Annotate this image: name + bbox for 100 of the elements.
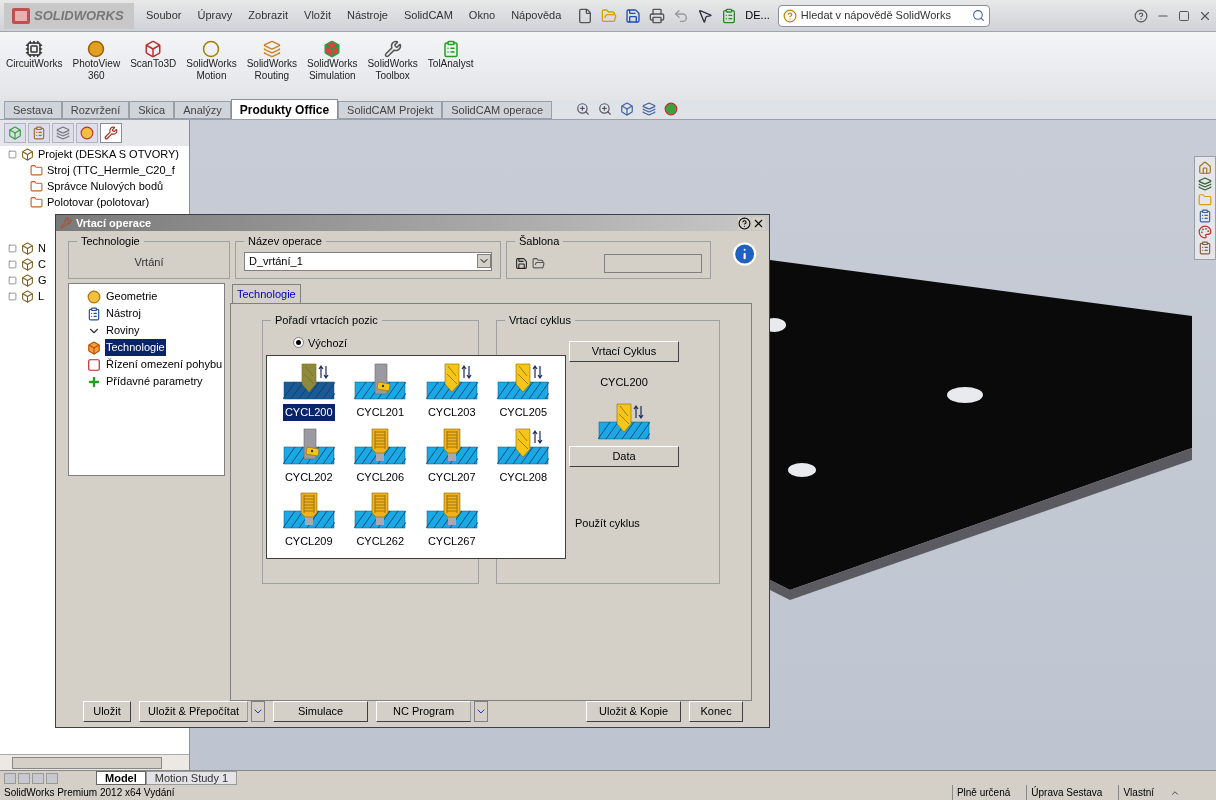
tree-item[interactable]: Polotovar (polotovar) xyxy=(47,193,150,211)
section-view-icon[interactable] xyxy=(642,102,656,116)
horizontal-scrollbar[interactable] xyxy=(0,754,189,770)
tree-item[interactable]: L xyxy=(38,287,45,305)
template-field[interactable] xyxy=(603,254,702,274)
radio-option[interactable]: Výchozí xyxy=(293,334,470,351)
ribbon-command[interactable]: SolidWorks Simulation xyxy=(305,40,360,82)
dropdown-icon[interactable] xyxy=(251,701,266,722)
dropdown-icon[interactable] xyxy=(474,701,489,722)
menu-item[interactable]: Nástroje xyxy=(343,7,392,24)
dropdown-icon[interactable] xyxy=(476,254,491,268)
ribbon-command[interactable]: SolidWorks Toolbox xyxy=(365,40,420,82)
menu-item[interactable]: SolidCAM xyxy=(399,7,457,24)
save-icon[interactable] xyxy=(625,7,642,24)
tree-item[interactable]: G xyxy=(38,271,47,289)
panel-tab-icon[interactable] xyxy=(76,123,98,143)
menu-item[interactable]: Nápověda xyxy=(507,7,566,24)
menu-item[interactable]: Okno xyxy=(464,7,500,24)
properties-icon[interactable] xyxy=(1198,241,1212,255)
ribbon-command[interactable]: PhotoView 360 xyxy=(70,40,123,82)
nav-item[interactable]: Geometrie xyxy=(105,288,159,305)
dialog-button[interactable]: Simulace xyxy=(273,701,369,722)
new-file-icon[interactable] xyxy=(577,7,594,24)
help-icon[interactable] xyxy=(738,216,751,230)
ribbon-command[interactable]: ScanTo3D xyxy=(128,40,179,70)
technology-value: Vrtání xyxy=(134,254,164,270)
tree-item[interactable]: N xyxy=(38,239,46,257)
tree-item[interactable]: Stroj (TTC_Hermle_C20_f xyxy=(47,161,175,179)
command-tab[interactable]: Sestava xyxy=(4,101,62,119)
maximize-icon[interactable] xyxy=(1178,9,1190,22)
save-icon[interactable] xyxy=(514,257,528,271)
dialog-button[interactable]: Data xyxy=(569,446,679,467)
dialog-button[interactable]: Uložit & Přepočítat xyxy=(139,701,249,722)
ribbon-command[interactable]: SolidWorks Motion xyxy=(184,40,239,82)
appearance-icon[interactable] xyxy=(664,102,678,116)
search-input[interactable]: Hledat v nápovědě SolidWorks xyxy=(800,7,968,24)
operation-name-combo[interactable]: D_vrtání_1 xyxy=(243,251,492,271)
group-legend: Technologie xyxy=(77,233,144,250)
command-tab[interactable]: Rozvržení xyxy=(61,101,130,119)
document-name[interactable]: DE... xyxy=(745,7,770,24)
nav-item[interactable]: Roviny xyxy=(105,322,141,339)
panel-tab-icon[interactable] xyxy=(28,123,50,143)
print-icon[interactable] xyxy=(649,7,666,24)
tree-item-icon xyxy=(21,257,34,271)
view-cube-icon[interactable] xyxy=(620,102,634,116)
help-icon[interactable] xyxy=(1134,8,1148,23)
radio-button[interactable] xyxy=(293,337,304,349)
tree-item[interactable]: C xyxy=(38,255,46,273)
menu-item[interactable]: Soubor xyxy=(142,7,186,24)
panel-tab-icon[interactable] xyxy=(52,123,74,143)
ribbon-command[interactable]: TolAnalyst xyxy=(425,40,476,70)
tree-item[interactable]: Správce Nulových bodů xyxy=(47,177,164,195)
tree-item[interactable]: Projekt (DESKA S OTVORY) xyxy=(38,145,179,163)
cycle-option[interactable]: CYCL267 xyxy=(425,533,478,550)
info-icon[interactable] xyxy=(731,241,757,267)
palette-icon[interactable] xyxy=(1198,225,1212,239)
tree-item-icon xyxy=(30,179,43,193)
dialog-button[interactable]: Vrtací Cyklus xyxy=(569,340,679,362)
command-tab[interactable]: Produkty Office xyxy=(230,99,339,119)
cycle-option[interactable]: CYCL203 xyxy=(425,404,478,421)
dialog-button[interactable]: Uložit xyxy=(83,701,131,722)
command-tab[interactable]: SolidCAM operace xyxy=(442,101,552,119)
menu-item[interactable]: Vložit xyxy=(300,7,335,24)
dialog-tab[interactable]: Technologie xyxy=(232,284,301,303)
cycle-option[interactable]: CYCL202 xyxy=(282,468,335,485)
nav-item[interactable]: Nástroj xyxy=(105,305,142,322)
dialog-button[interactable]: Konec xyxy=(689,701,744,722)
cycle-option[interactable]: CYCL200 xyxy=(282,404,335,421)
cycle-option[interactable]: CYCL201 xyxy=(354,404,407,421)
library-icon[interactable] xyxy=(1198,177,1212,191)
ribbon-command[interactable]: SolidWorks Routing xyxy=(244,40,300,82)
command-tab[interactable]: SolidCAM Projekt xyxy=(338,101,443,119)
menu-item[interactable]: Úpravy xyxy=(193,7,237,24)
model-tab[interactable]: Model xyxy=(96,771,146,785)
model-tab[interactable]: Motion Study 1 xyxy=(145,771,238,785)
cycle-option[interactable]: CYCL208 xyxy=(497,468,550,485)
close-icon[interactable] xyxy=(752,216,765,230)
cycle-option[interactable]: CYCL205 xyxy=(497,404,550,421)
command-tab[interactable]: Skica xyxy=(129,101,175,119)
dialog-button[interactable]: Uložit & Kopie xyxy=(586,701,682,722)
home-icon[interactable] xyxy=(1198,161,1212,175)
ribbon-command[interactable]: CircuitWorks xyxy=(4,40,65,70)
list-icon[interactable] xyxy=(1198,209,1212,223)
open-folder-icon[interactable] xyxy=(531,257,545,271)
menu-item[interactable]: Zobrazit xyxy=(244,7,293,24)
options-icon[interactable] xyxy=(721,7,738,24)
cycle-option[interactable]: CYCL209 xyxy=(282,533,335,550)
dialog-button[interactable]: NC Program xyxy=(376,701,472,722)
zoom-icon[interactable] xyxy=(576,102,590,116)
command-tab[interactable]: Analýzy xyxy=(174,101,231,119)
nav-item[interactable]: Řízení omezení pohybu xyxy=(105,356,224,373)
cycle-option[interactable]: CYCL262 xyxy=(354,533,407,550)
zoom-icon[interactable] xyxy=(598,102,612,116)
panel-tab-icon[interactable] xyxy=(100,123,122,143)
cycle-option[interactable]: CYCL206 xyxy=(354,468,407,485)
search-field[interactable]: Hledat v nápovědě SolidWorks xyxy=(777,4,990,27)
cycle-option[interactable]: CYCL207 xyxy=(425,468,478,485)
nav-item[interactable]: Technologie xyxy=(105,339,166,356)
nav-item[interactable]: Přídavné parametry xyxy=(105,373,204,390)
select-icon[interactable] xyxy=(697,7,714,24)
